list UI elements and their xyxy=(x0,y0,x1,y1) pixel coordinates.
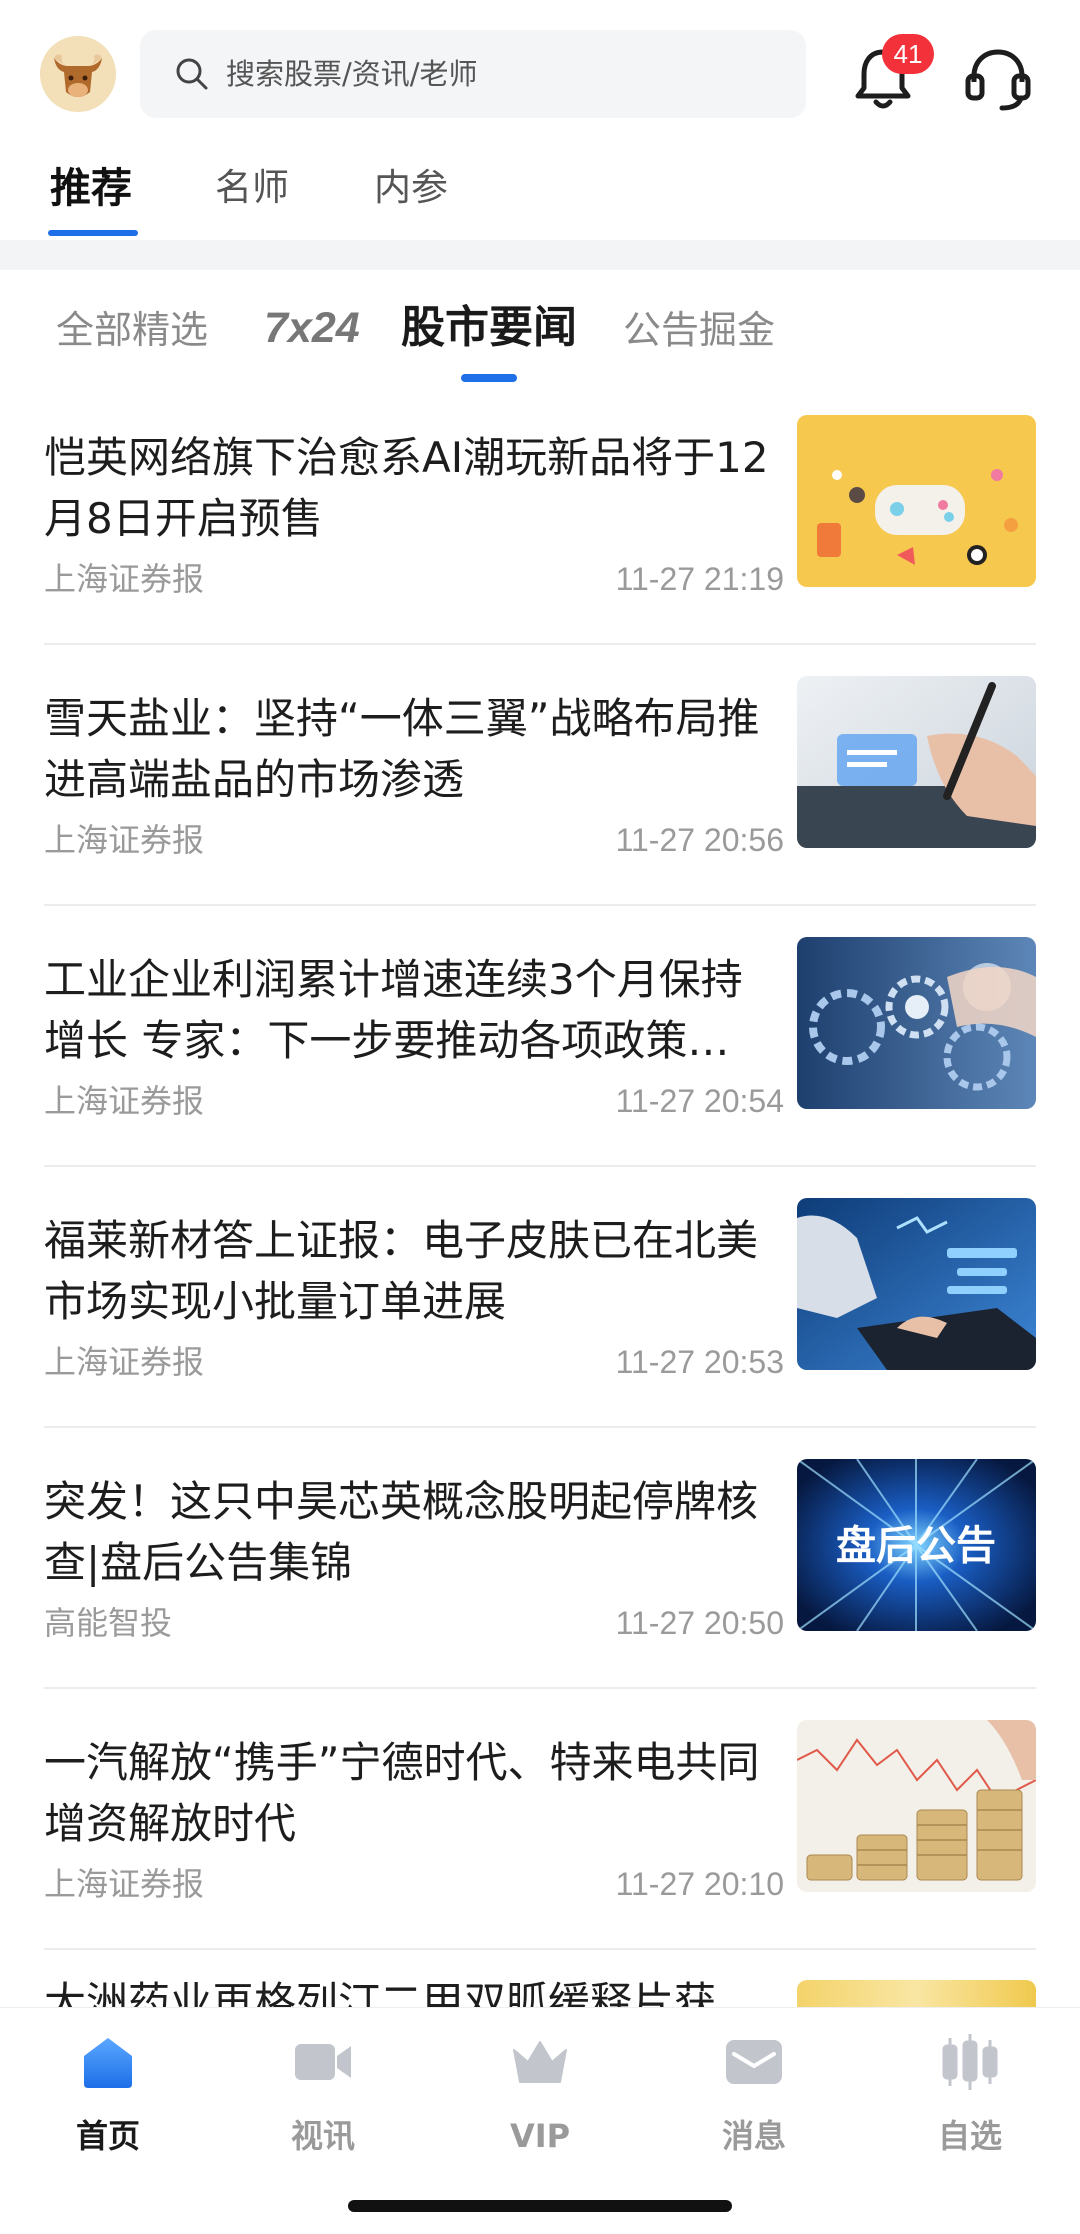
thumbnail-label: 盘后公告 xyxy=(836,1522,996,1569)
news-item-partial[interactable]: 大洲药业再格列汀二甲双胍缓释片获 xyxy=(0,1980,1080,2008)
nav-video-label: 视讯 xyxy=(290,2117,355,2155)
news-title: 雪天盐业：坚持“一体三翼”战略布局推进高端盐品的市场渗透 xyxy=(44,694,760,804)
news-title: 福莱新材答上证报：电子皮肤已在北美市场实现小批量订单进展 xyxy=(44,1216,759,1326)
news-title: 突发！这只中昊芯英概念股明起停牌核查|盘后公告集锦 xyxy=(44,1477,759,1587)
news-title: 一汽解放“携手”宁德时代、特来电共同增资解放时代 xyxy=(44,1738,760,1848)
nav-messages[interactable]: 消息 xyxy=(684,2022,824,2172)
news-source: 上海证券报 xyxy=(44,560,205,598)
divider xyxy=(44,1165,1036,1167)
news-source: 上海证券报 xyxy=(44,1343,205,1381)
news-item[interactable]: 突发！这只中昊芯英概念股明起停牌核查|盘后公告集锦 高能智投 11-27 20:… xyxy=(0,1459,1080,1720)
news-thumbnail xyxy=(797,676,1036,848)
news-time: 11-27 20:50 xyxy=(615,1605,784,1641)
nav-vip-label: VIP xyxy=(509,2117,571,2155)
news-thumbnail xyxy=(797,1980,1036,2008)
bull-avatar-icon[interactable] xyxy=(40,36,116,112)
news-source: 上海证券报 xyxy=(44,821,205,859)
news-item[interactable]: 雪天盐业：坚持“一体三翼”战略布局推进高端盐品的市场渗透 上海证券报 11-27… xyxy=(0,676,1080,937)
news-source: 高能智投 xyxy=(44,1604,173,1642)
news-source: 上海证券报 xyxy=(44,1082,205,1120)
news-title: 恺英网络旗下治愈系AI潮玩新品将于12月8日开启预售 xyxy=(44,433,769,543)
divider xyxy=(44,904,1036,906)
news-item[interactable]: 工业企业利润累计增速连续3个月保持增长 专家：下一步要推动各项政策… 上海证券报… xyxy=(0,937,1080,1198)
news-thumbnail xyxy=(797,1198,1036,1370)
news-thumbnail xyxy=(797,1720,1036,1892)
news-time: 11-27 20:54 xyxy=(615,1083,784,1119)
primary-tab-indicator xyxy=(48,230,138,236)
nav-home[interactable]: 首页 xyxy=(38,2022,178,2172)
news-thumbnail: 盘后公告 xyxy=(797,1459,1036,1631)
nav-messages-label: 消息 xyxy=(721,2117,786,2155)
video-icon xyxy=(293,2032,353,2092)
search-placeholder: 搜索股票/资讯/老师 xyxy=(226,57,478,91)
news-item[interactable]: 福莱新材答上证报：电子皮肤已在北美市场实现小批量订单进展 上海证券报 11-27… xyxy=(0,1198,1080,1459)
crown-icon xyxy=(510,2032,570,2092)
nav-video[interactable]: 视讯 xyxy=(253,2022,393,2172)
news-title: 大洲药业再格列汀二甲双胍缓释片获 xyxy=(44,1980,717,2008)
news-time: 11-27 20:53 xyxy=(615,1344,784,1380)
news-item[interactable]: 恺英网络旗下治愈系AI潮玩新品将于12月8日开启预售 上海证券报 11-27 2… xyxy=(0,415,1080,676)
subtab-announcements[interactable]: 公告掘金 xyxy=(623,300,775,360)
news-time: 11-27 20:56 xyxy=(615,822,784,858)
announcement-banner-image: 盘后公告 xyxy=(797,1459,1036,1631)
tab-recommend[interactable]: 推荐 xyxy=(50,158,132,218)
news-thumbnail xyxy=(797,415,1036,587)
laptop-data-image xyxy=(797,1198,1036,1370)
nav-watchlist-label: 自选 xyxy=(937,2117,1002,2155)
news-time: 11-27 21:19 xyxy=(615,561,784,597)
pen-tablet-image xyxy=(797,676,1036,848)
news-time: 11-27 20:10 xyxy=(615,1866,784,1902)
divider xyxy=(44,1687,1036,1689)
subtab-market-news[interactable]: 股市要闻 xyxy=(401,298,577,358)
gears-tech-image xyxy=(797,937,1036,1109)
candlestick-icon xyxy=(940,2032,1000,2092)
nav-home-label: 首页 xyxy=(75,2117,140,2155)
toys-image xyxy=(797,415,1036,587)
tab-insider[interactable]: 内参 xyxy=(374,158,448,218)
subtab-indicator xyxy=(461,374,517,382)
news-thumbnail xyxy=(797,937,1036,1109)
divider xyxy=(44,1948,1036,1950)
customer-service-icon[interactable] xyxy=(962,44,1034,114)
subtab-all-selected[interactable]: 全部精选 xyxy=(56,300,208,360)
coins-chart-image xyxy=(797,1720,1036,1892)
mail-icon xyxy=(724,2032,784,2092)
news-source: 上海证券报 xyxy=(44,1865,205,1903)
nav-watchlist[interactable]: 自选 xyxy=(900,2022,1040,2172)
nav-vip[interactable]: VIP xyxy=(470,2022,610,2172)
search-bar[interactable]: 搜索股票/资讯/老师 xyxy=(140,30,806,118)
search-icon xyxy=(174,56,210,96)
tab-famous-teachers[interactable]: 名师 xyxy=(215,158,289,218)
section-divider xyxy=(0,240,1080,270)
divider xyxy=(44,643,1036,645)
notification-badge: 41 xyxy=(882,34,934,74)
news-title: 工业企业利润累计增速连续3个月保持增长 专家：下一步要推动各项政策… xyxy=(44,955,743,1065)
news-item[interactable]: 一汽解放“携手”宁德时代、特来电共同增资解放时代 上海证券报 11-27 20:… xyxy=(0,1720,1080,1981)
subtab-7x24[interactable]: 7x24 xyxy=(264,298,360,358)
home-indicator[interactable] xyxy=(348,2200,732,2212)
home-icon xyxy=(78,2032,138,2092)
divider xyxy=(44,1426,1036,1428)
